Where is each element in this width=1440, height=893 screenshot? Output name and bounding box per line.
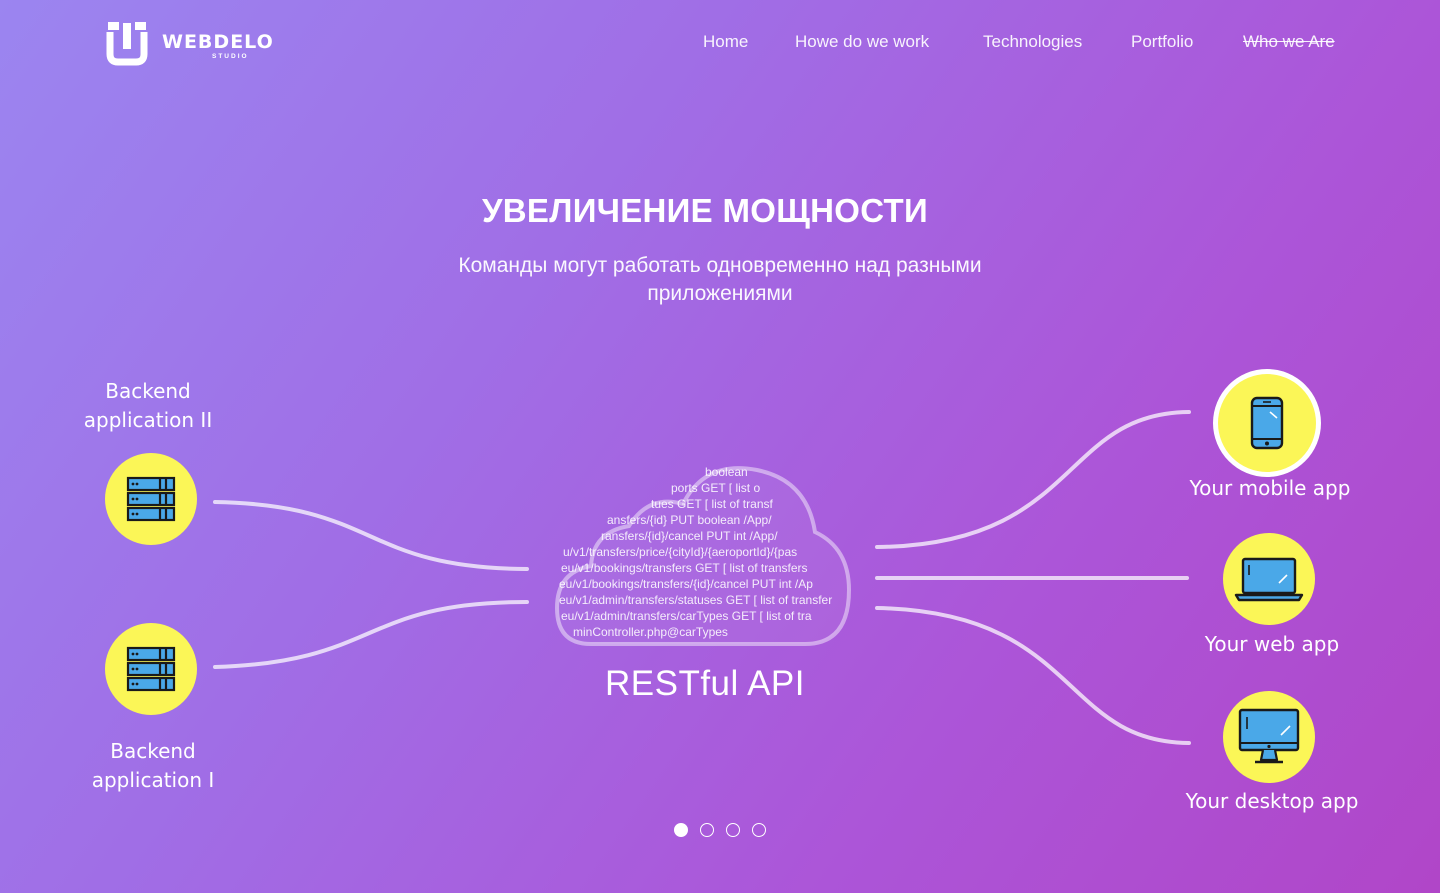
nav-portfolio[interactable]: Portfolio — [1131, 31, 1193, 53]
slide-pager — [672, 823, 772, 841]
backend-bottom-node — [105, 623, 197, 715]
connector-backend-bottom — [213, 600, 529, 669]
desktop-app-label: Your desktop app — [1185, 789, 1359, 813]
code-line: eu/v1/admin/transfers/statuses GET [ lis… — [559, 593, 833, 607]
code-line: eu/v1/bookings/transfers GET [ list of t… — [561, 561, 808, 575]
code-line: eu/v1/admin/transfers/carTypes GET [ lis… — [561, 609, 812, 623]
brand-sub: STUDIO — [212, 53, 249, 60]
connector-desktop — [875, 606, 1191, 745]
code-line: tues GET [ list of transf — [651, 497, 773, 511]
code-line: minController.php@carTypes — [573, 625, 728, 639]
nav-how-we-work[interactable]: Howe do we work — [795, 31, 929, 53]
backend-top-label: Backend application II — [83, 379, 213, 432]
restful-api-label: RESTful API — [604, 664, 806, 703]
pager-dot-1[interactable] — [674, 823, 688, 837]
hero-subtitle: Команды могут работать одновременно над … — [458, 254, 982, 305]
server-icon — [126, 476, 176, 522]
pager-dot-4[interactable] — [752, 823, 766, 837]
laptop-icon — [1234, 557, 1304, 602]
nav-technologies[interactable]: Technologies — [983, 31, 1082, 53]
code-line: eu/v1/bookings/transfers/{id}/cancel PUT… — [559, 577, 813, 591]
desktop-monitor-icon — [1238, 708, 1300, 764]
mobile-app-node — [1218, 374, 1316, 472]
connector-backend-top — [213, 500, 529, 571]
server-icon — [126, 646, 176, 692]
connector-mobile — [875, 410, 1191, 549]
pager-dot-3[interactable] — [726, 823, 740, 837]
desktop-app-node — [1223, 691, 1315, 783]
web-app-label: Your web app — [1204, 632, 1340, 656]
web-app-node — [1223, 533, 1315, 625]
hero-title: УВЕЛИЧЕНИЕ МОЩНОСТИ — [481, 192, 929, 229]
backend-top-node — [105, 453, 197, 545]
restful-api-cloud: boolean ports GET [ list o tues GET [ li… — [553, 462, 853, 650]
backend-bottom-label: Backend application I — [91, 739, 215, 792]
pager-dot-2[interactable] — [700, 823, 714, 837]
code-line: ansfers/{id} PUT boolean /App/ — [607, 513, 772, 527]
code-line: ports GET [ list o — [671, 481, 761, 495]
cloud-code-block: boolean ports GET [ list o tues GET [ li… — [553, 462, 853, 650]
nav-who-we-are[interactable]: Who we Are — [1243, 31, 1335, 53]
code-line: u/v1/transfers/price/{cityId}/{aeroportI… — [563, 545, 798, 559]
code-line: ransfers/{id}/cancel PUT int /App/ — [601, 529, 778, 543]
nav-home[interactable]: Home — [703, 31, 748, 53]
smartphone-icon — [1250, 396, 1284, 450]
code-line: boolean — [705, 465, 748, 479]
main-nav: Home Howe do we work Technologies Portfo… — [0, 31, 1440, 53]
mobile-app-label: Your mobile app — [1189, 476, 1351, 500]
